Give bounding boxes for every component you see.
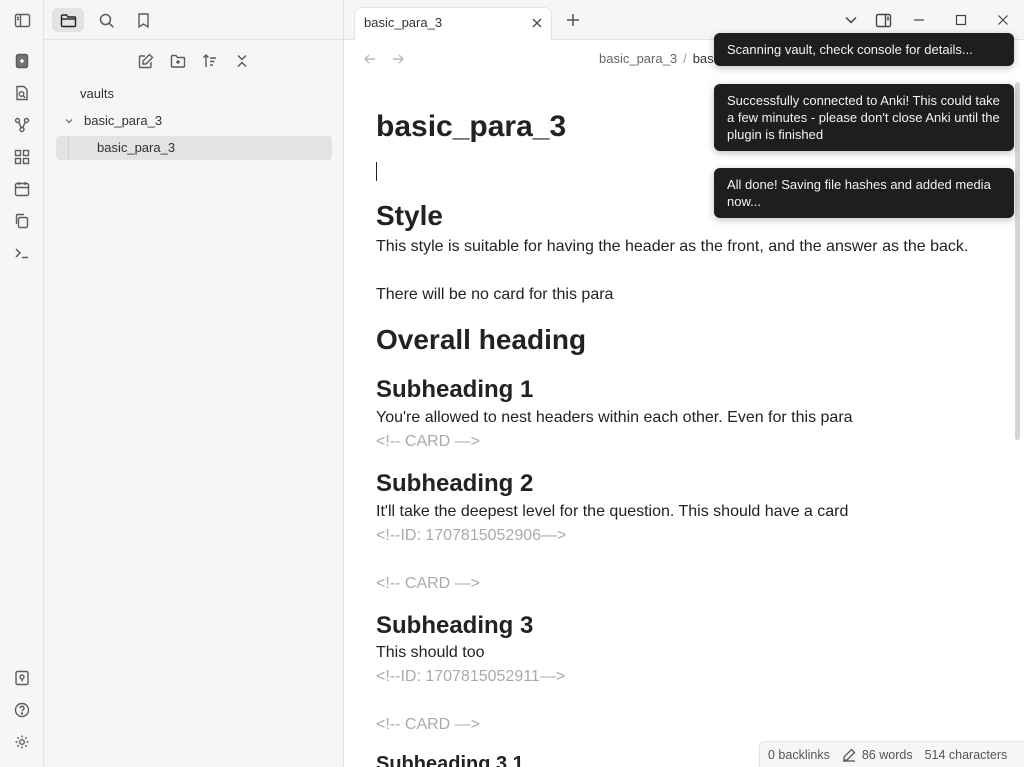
paragraph-style-1: This style is suitable for having the he… bbox=[376, 238, 969, 255]
comment-card-1: <!-- CARD —> bbox=[376, 433, 481, 450]
back-arrow-icon[interactable] bbox=[361, 50, 379, 68]
tree-folder-item[interactable]: basic_para_3 bbox=[62, 109, 332, 133]
quick-switcher-icon[interactable] bbox=[11, 50, 33, 72]
notice-scanning[interactable]: Scanning vault, check console for detail… bbox=[714, 33, 1014, 66]
editor-scrollbar[interactable] bbox=[1015, 82, 1020, 440]
heading-style: Style bbox=[376, 200, 443, 231]
tab-basic-para-3[interactable]: basic_para_3 bbox=[354, 7, 552, 41]
breadcrumb-separator: / bbox=[683, 51, 687, 66]
status-bar: 0 backlinks 86 words 514 characters bbox=[759, 741, 1024, 767]
toggle-right-sidebar-icon[interactable] bbox=[874, 11, 892, 29]
heading-subheading-1: Subheading 1 bbox=[376, 376, 534, 403]
sort-icon[interactable] bbox=[199, 50, 221, 72]
tab-list-chevron-down-icon[interactable] bbox=[842, 11, 860, 29]
files-tab-folder-icon[interactable] bbox=[52, 8, 84, 32]
tree-indent-guide bbox=[68, 136, 69, 160]
comment-id-2: <!--ID: 1707815052906—> bbox=[376, 527, 567, 544]
paragraph-sub1: You're allowed to nest headers within ea… bbox=[376, 409, 853, 426]
window-close-icon[interactable] bbox=[994, 11, 1012, 29]
status-char-count: 514 characters bbox=[924, 747, 1008, 762]
forward-arrow-icon[interactable] bbox=[389, 50, 407, 68]
tree-folder-label: basic_para_3 bbox=[84, 113, 163, 128]
heading-subheading-2: Subheading 2 bbox=[376, 470, 534, 497]
vault-root-label[interactable]: vaults bbox=[80, 82, 114, 106]
toggle-sidebar-icon[interactable] bbox=[6, 8, 38, 32]
canvas-icon[interactable] bbox=[11, 146, 33, 168]
bookmarks-tab-icon[interactable] bbox=[127, 8, 159, 32]
new-note-icon[interactable] bbox=[135, 50, 157, 72]
settings-gear-icon[interactable] bbox=[11, 731, 33, 753]
status-backlinks[interactable]: 0 backlinks bbox=[768, 748, 830, 762]
close-icon[interactable] bbox=[529, 15, 545, 31]
heading-subheading-3: Subheading 3 bbox=[376, 612, 534, 639]
paragraph-sub2: It'll take the deepest level for the que… bbox=[376, 503, 849, 520]
text-cursor bbox=[376, 162, 377, 181]
vault-icon[interactable] bbox=[11, 667, 33, 689]
new-tab-plus-icon[interactable] bbox=[564, 11, 582, 29]
new-folder-icon[interactable] bbox=[167, 50, 189, 72]
left-ribbon bbox=[0, 0, 44, 767]
sidebar-divider bbox=[44, 39, 344, 40]
status-word-count: 86 words bbox=[861, 747, 913, 762]
search-tab-icon[interactable] bbox=[90, 8, 122, 32]
breadcrumb-folder[interactable]: basic_para_3 bbox=[599, 51, 677, 66]
edit-pencil-icon[interactable] bbox=[842, 748, 856, 762]
search-file-icon[interactable] bbox=[11, 82, 33, 104]
tree-file-item-active[interactable]: basic_para_3 bbox=[56, 136, 332, 160]
comment-id-3: <!--ID: 1707815052911—> bbox=[376, 668, 566, 685]
notice-connected[interactable]: Successfully connected to Anki! This cou… bbox=[714, 84, 1014, 151]
terminal-icon[interactable] bbox=[11, 242, 33, 264]
graph-view-icon[interactable] bbox=[11, 114, 33, 136]
minimize-icon[interactable] bbox=[910, 11, 928, 29]
file-explorer-sidebar: vaults basic_para_3 basic_para_3 bbox=[44, 0, 344, 767]
heading-overall: Overall heading bbox=[376, 324, 587, 355]
collapse-all-icon[interactable] bbox=[231, 50, 253, 72]
tab-label: basic_para_3 bbox=[364, 15, 443, 30]
notice-done[interactable]: All done! Saving file hashes and added m… bbox=[714, 168, 1014, 218]
obsidian-window: vaults basic_para_3 basic_para_3 basic_p… bbox=[0, 0, 1024, 767]
paragraph-style-2: There will be no card for this para bbox=[376, 286, 614, 303]
maximize-icon[interactable] bbox=[952, 11, 970, 29]
copy-icon[interactable] bbox=[11, 210, 33, 232]
comment-card-3: <!-- CARD —> bbox=[376, 716, 481, 733]
heading-subheading-3-1: Subheading 3.1 bbox=[376, 753, 524, 767]
paragraph-sub3: This should too bbox=[376, 644, 485, 661]
help-icon[interactable] bbox=[11, 699, 33, 721]
chevron-down-icon bbox=[62, 114, 76, 128]
inline-title[interactable]: basic_para_3 bbox=[376, 110, 566, 144]
comment-card-2: <!-- CARD —> bbox=[376, 575, 481, 592]
calendar-icon[interactable] bbox=[11, 178, 33, 200]
